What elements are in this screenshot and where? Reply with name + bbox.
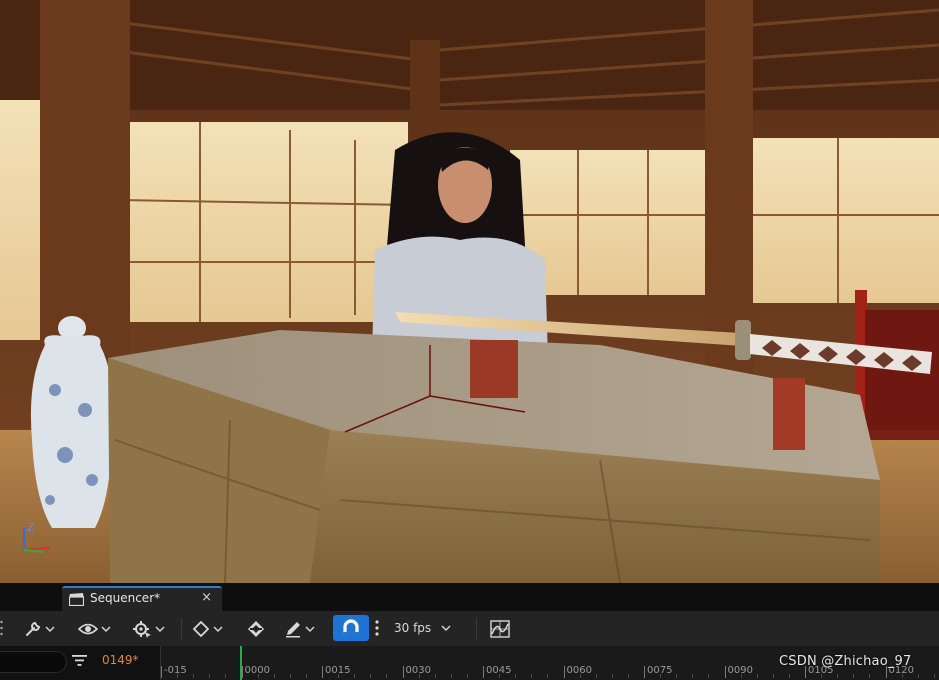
ruler-minor-tick <box>740 674 742 678</box>
paint-bucket-icon <box>248 620 264 637</box>
ruler-minor-tick <box>450 674 452 678</box>
chevron-down-icon <box>155 626 165 632</box>
eye-icon <box>78 623 98 634</box>
ruler-tick <box>644 666 645 678</box>
framerate-label: 30 fps <box>394 621 432 635</box>
transform-options-button[interactable] <box>132 617 165 640</box>
ruler-minor-tick <box>660 674 662 678</box>
ruler-minor-tick <box>692 674 694 678</box>
ruler-minor-tick <box>627 674 629 678</box>
ruler-minor-tick <box>466 674 468 678</box>
sequencer-toolbar: 30 fps <box>0 611 939 646</box>
ruler-tick <box>483 666 484 678</box>
tab-sequencer[interactable]: Sequencer* × <box>62 586 222 611</box>
ruler-minor-tick <box>837 674 839 678</box>
ruler-minor-tick <box>611 674 613 678</box>
filter-icon[interactable] <box>72 654 87 667</box>
chevron-down-icon <box>213 626 223 632</box>
track-search-input[interactable] <box>0 651 67 673</box>
keyframe-options-button[interactable] <box>192 617 223 640</box>
toolbar-divider <box>476 618 477 640</box>
ruler-minor-tick <box>386 674 388 678</box>
ruler-minor-tick <box>434 674 436 678</box>
ruler-minor-tick <box>370 674 372 678</box>
ruler-minor-tick <box>917 674 919 678</box>
wrench-icon <box>26 621 41 636</box>
chevron-down-icon <box>45 626 55 632</box>
ruler-tick <box>402 666 404 678</box>
ruler-minor-tick <box>499 674 501 678</box>
sword-stand-left <box>470 340 518 398</box>
level-viewport[interactable]: Z <box>0 0 939 583</box>
pillar-left <box>40 0 130 360</box>
ruler-minor-tick <box>515 674 517 678</box>
tab-close-button[interactable]: × <box>201 590 212 605</box>
ruler-minor-tick <box>788 674 790 678</box>
ruler-minor-tick <box>209 674 211 678</box>
ruler-minor-tick <box>756 674 758 678</box>
ruler-minor-tick <box>257 674 259 678</box>
magnet-icon <box>343 619 359 635</box>
ruler-minor-tick <box>772 674 774 678</box>
ruler-tick <box>161 666 162 678</box>
shoji-right <box>750 138 939 303</box>
ruler-tick-label: -015 <box>164 665 187 676</box>
ruler-minor-tick <box>821 674 823 678</box>
ruler-tick <box>724 666 726 678</box>
ruler-minor-tick <box>901 674 903 678</box>
view-options-button[interactable] <box>78 617 111 640</box>
snap-toggle-button[interactable] <box>333 615 369 641</box>
tab-sequencer-label: Sequencer* <box>90 591 161 605</box>
scene-render: Z <box>0 0 939 583</box>
ruler-minor-tick <box>595 674 597 678</box>
ruler-minor-tick <box>869 674 871 678</box>
kebab-menu-icon <box>375 620 379 636</box>
tab-bar: Sequencer* × <box>0 583 939 611</box>
ruler-tick <box>322 666 323 678</box>
curve-editor-button[interactable] <box>490 617 510 640</box>
toolbar-divider <box>181 618 182 640</box>
ruler-minor-tick <box>708 674 710 678</box>
framerate-dropdown[interactable]: 30 fps <box>394 617 451 639</box>
clapperboard-icon <box>69 593 84 606</box>
ruler-minor-tick <box>273 674 275 678</box>
ruler-minor-tick <box>225 674 227 678</box>
chevron-down-icon <box>101 626 111 632</box>
axis-z-label: Z <box>27 521 35 534</box>
tools-menu-button[interactable] <box>24 617 55 640</box>
ruler-minor-tick <box>676 674 678 678</box>
chevron-down-icon <box>441 625 451 631</box>
watermark-text: CSDN @Zhichao_97 <box>779 654 912 669</box>
ruler-minor-tick <box>579 674 581 678</box>
ruler-minor-tick <box>193 674 195 678</box>
ruler-minor-tick <box>418 674 420 678</box>
ruler-minor-tick <box>547 674 549 678</box>
ruler-minor-tick <box>933 674 935 678</box>
chevron-down-icon <box>305 626 315 632</box>
pen-tool-button[interactable] <box>284 617 315 640</box>
current-frame-field[interactable]: 0149* <box>102 653 139 667</box>
ruler-minor-tick <box>289 674 291 678</box>
ruler-minor-tick <box>531 674 533 678</box>
ruler-tick <box>563 666 565 678</box>
ruler-minor-tick <box>177 674 179 678</box>
drag-grip-icon[interactable] <box>0 619 3 637</box>
ruler-minor-tick <box>305 674 307 678</box>
ruler-minor-tick <box>853 674 855 678</box>
playhead[interactable] <box>240 646 242 680</box>
curve-editor-icon <box>490 619 510 638</box>
snap-options-button[interactable] <box>372 617 382 639</box>
fill-button[interactable] <box>247 617 266 640</box>
ruler-minor-tick <box>354 674 356 678</box>
gear-transform-icon <box>133 620 151 638</box>
sword-stand-right <box>773 378 805 450</box>
pen-icon <box>286 621 300 637</box>
keyframe-diamond-icon <box>192 620 210 637</box>
ruler-minor-tick <box>338 674 340 678</box>
